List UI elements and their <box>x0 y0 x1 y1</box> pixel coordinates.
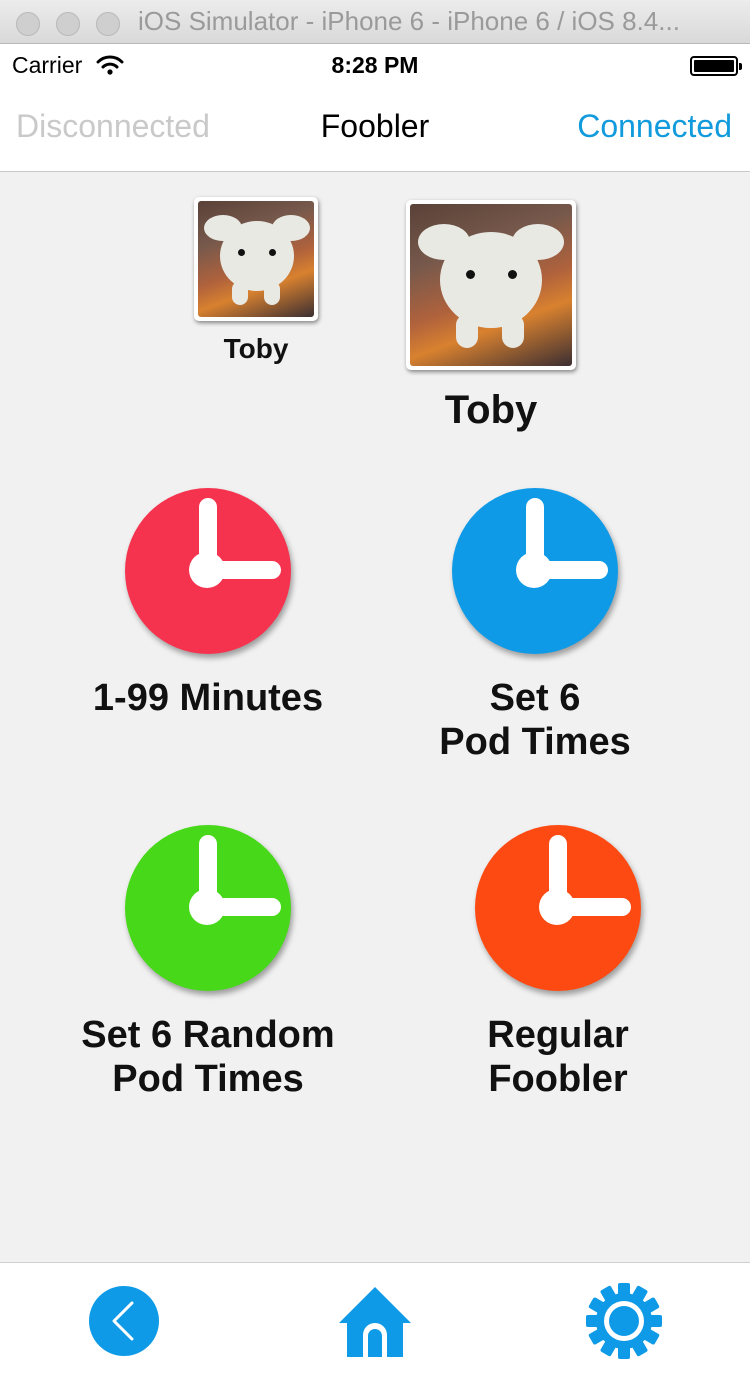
profile-name: Toby <box>444 388 538 432</box>
clock-icon <box>475 825 641 991</box>
clock-icon <box>125 488 291 654</box>
home-button[interactable] <box>337 1283 413 1359</box>
profile-photo <box>406 200 576 370</box>
window-close-button[interactable] <box>16 12 40 36</box>
back-button[interactable] <box>86 1283 162 1359</box>
home-icon <box>339 1287 411 1357</box>
navigation-bar: Disconnected Foobler Connected <box>0 86 750 172</box>
settings-gear-icon <box>586 1283 662 1359</box>
timer-1-99-minutes-button[interactable]: 1-99 Minutes <box>58 488 358 720</box>
window-minimize-button[interactable] <box>56 12 80 36</box>
set-6-random-pod-times-button[interactable]: Set 6 Random Pod Times <box>58 825 358 1101</box>
window-zoom-button[interactable] <box>96 12 120 36</box>
battery-icon <box>690 56 742 76</box>
status-time: 8:28 PM <box>331 52 419 78</box>
set-6-pod-times-button[interactable]: Set 6 Pod Times <box>385 488 685 764</box>
window-title: iOS Simulator - iPhone 6 - iPhone 6 / iO… <box>138 6 680 36</box>
regular-foobler-button[interactable]: Regular Foobler <box>408 825 708 1101</box>
status-bar: Carrier 8:28 PM <box>0 44 750 86</box>
connected-button[interactable]: Connected <box>577 108 732 145</box>
simulator-title-bar: iOS Simulator - iPhone 6 - iPhone 6 / iO… <box>0 0 750 44</box>
back-icon <box>89 1286 159 1356</box>
profile-name: Toby <box>223 333 289 364</box>
profile-small[interactable]: Toby <box>190 197 322 365</box>
tile-label: Set 6 Pod Times <box>439 677 631 763</box>
main-content: Toby Toby 1-99 Minutes Set 6 Pod Times S… <box>0 172 750 1262</box>
tile-label: Regular Foobler <box>487 1014 629 1100</box>
settings-button[interactable] <box>586 1283 662 1359</box>
clock-icon <box>452 488 618 654</box>
bottom-tab-bar <box>0 1262 750 1378</box>
clock-icon <box>125 825 291 991</box>
profile-photo <box>194 197 318 321</box>
tile-label: 1-99 Minutes <box>92 677 324 719</box>
profile-large[interactable]: Toby <box>402 200 580 433</box>
tile-label: Set 6 Random Pod Times <box>81 1014 335 1100</box>
